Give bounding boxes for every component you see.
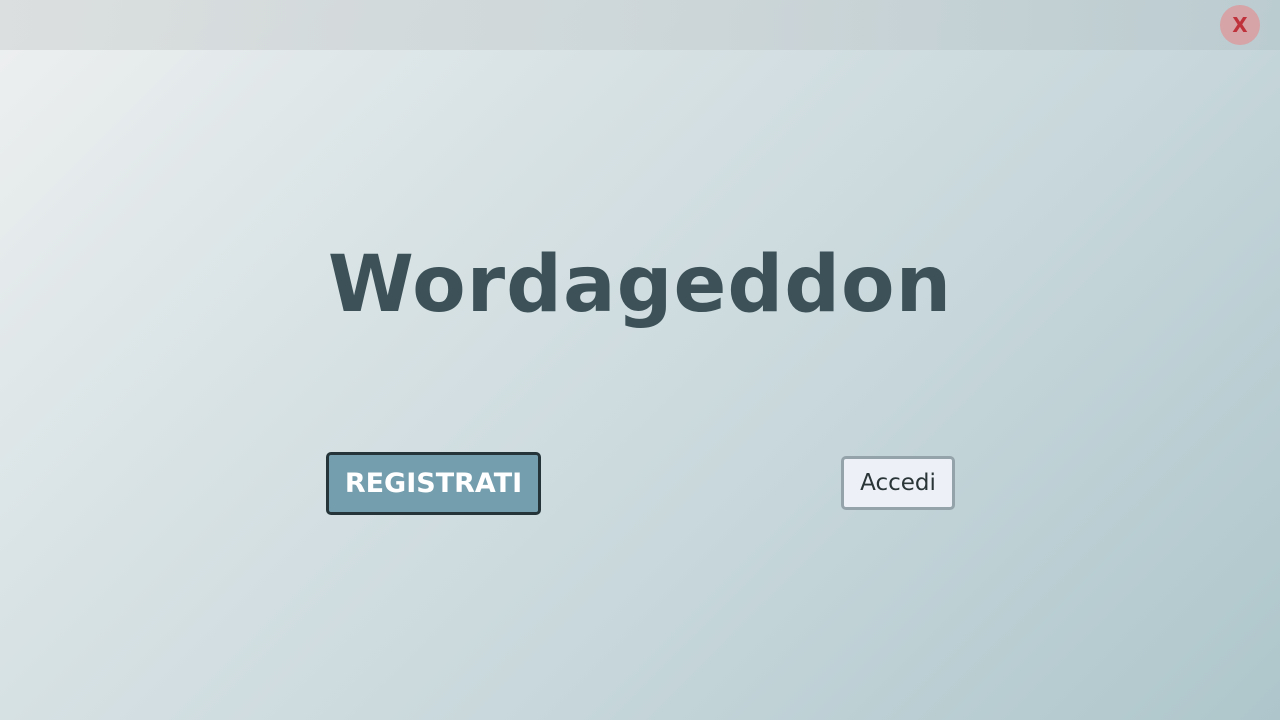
login-button[interactable]: Accedi: [841, 456, 955, 510]
title-bar: [0, 0, 1280, 50]
close-button[interactable]: X: [1220, 5, 1260, 45]
close-icon: X: [1232, 13, 1248, 37]
app-title: Wordageddon: [327, 240, 953, 330]
register-button[interactable]: REGISTRATI: [326, 452, 541, 515]
